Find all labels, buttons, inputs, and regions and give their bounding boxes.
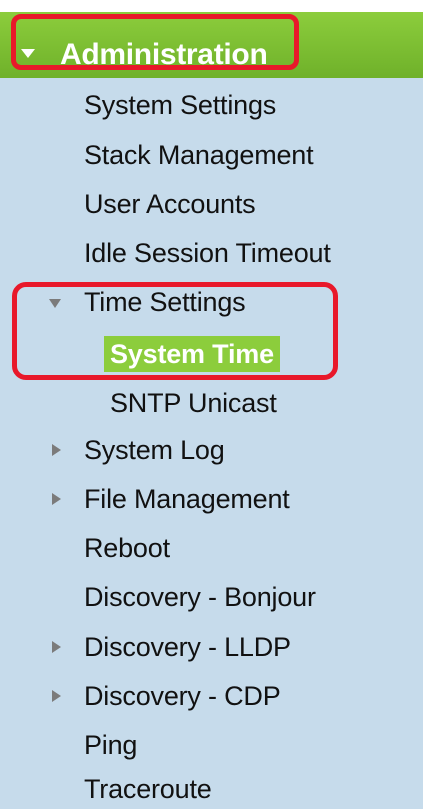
menu-item-ping[interactable]: Ping <box>84 729 137 761</box>
menu-item-traceroute[interactable]: Traceroute <box>84 773 212 805</box>
triangle-right-icon[interactable] <box>52 493 61 505</box>
menu-item-idle-session-timeout[interactable]: Idle Session Timeout <box>84 237 331 269</box>
menu-item-system-log[interactable]: System Log <box>84 434 225 466</box>
menu-item-stack-management[interactable]: Stack Management <box>84 139 314 171</box>
menu-item-discovery-cdp[interactable]: Discovery - CDP <box>84 680 281 712</box>
top-strip <box>0 0 423 12</box>
menu-item-sntp-unicast[interactable]: SNTP Unicast <box>110 387 277 419</box>
menu-item-reboot[interactable]: Reboot <box>84 532 170 564</box>
menu-item-discovery-lldp[interactable]: Discovery - LLDP <box>84 631 291 663</box>
highlight-box-administration <box>11 14 299 70</box>
menu-item-discovery-bonjour[interactable]: Discovery - Bonjour <box>84 581 316 613</box>
triangle-right-icon[interactable] <box>52 444 61 456</box>
triangle-right-icon[interactable] <box>52 641 61 653</box>
triangle-right-icon[interactable] <box>52 690 61 702</box>
menu-item-file-management[interactable]: File Management <box>84 483 290 515</box>
menu-item-user-accounts[interactable]: User Accounts <box>84 188 256 220</box>
menu-item-system-settings[interactable]: System Settings <box>84 89 276 121</box>
highlight-box-time-settings <box>12 282 338 380</box>
